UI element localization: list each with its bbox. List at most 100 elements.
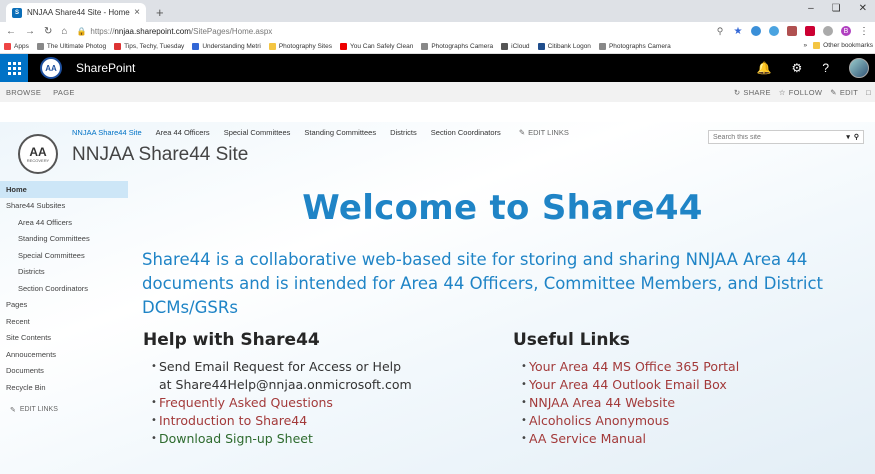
app-launcher-icon[interactable] bbox=[0, 54, 28, 82]
settings-gear-icon[interactable]: ⚙ bbox=[792, 61, 803, 75]
bookmark-item[interactable]: Tips, Techy, Tuesday bbox=[114, 43, 184, 50]
useful-link[interactable]: AA Service Manual bbox=[513, 430, 853, 448]
bookmark-label: Photographs Camera bbox=[431, 43, 494, 50]
edit-button[interactable]: ✎ EDIT bbox=[830, 88, 858, 97]
ribbon-tab-page[interactable]: PAGE bbox=[53, 88, 74, 97]
leftnav-item[interactable]: Recent bbox=[0, 313, 128, 330]
extension-pocket-icon[interactable] bbox=[805, 26, 815, 36]
leftnav-item[interactable]: Pages bbox=[0, 297, 128, 314]
bookmark-favicon-icon bbox=[36, 43, 44, 50]
bookmark-item[interactable]: Citibank Logon bbox=[537, 43, 591, 50]
help-item-signup-sheet[interactable]: Download Sign-up Sheet bbox=[143, 430, 473, 448]
address-bar: ← → ↻ ⌂ 🔒 https:// nnjaa.sharepoint.com … bbox=[0, 22, 875, 40]
topnav-item[interactable]: NNJAA Share44 Site bbox=[72, 128, 142, 137]
bookmark-item[interactable]: You Can Safely Clean bbox=[339, 43, 413, 50]
useful-links-list: Your Area 44 MS Office 365 Portal Your A… bbox=[513, 358, 853, 448]
close-window-icon[interactable]: ✕ bbox=[859, 3, 867, 14]
useful-link[interactable]: Your Area 44 MS Office 365 Portal bbox=[513, 358, 853, 376]
share-button[interactable]: ↻ SHARE bbox=[734, 88, 771, 97]
minimize-icon[interactable]: – bbox=[808, 3, 814, 14]
bookmark-label: Tips, Techy, Tuesday bbox=[124, 43, 185, 50]
url-path: /SitePages/Home.aspx bbox=[190, 26, 273, 36]
extension-globe-icon[interactable] bbox=[751, 26, 761, 36]
leftnav-item[interactable]: Home bbox=[0, 181, 128, 198]
topnav-item[interactable]: Districts bbox=[390, 128, 417, 137]
bookmark-item[interactable]: Photographs Camera bbox=[598, 43, 671, 50]
search-scope-dropdown-icon[interactable]: ▾ bbox=[846, 133, 850, 141]
url-field[interactable]: 🔒 https:// nnjaa.sharepoint.com /SitePag… bbox=[76, 24, 706, 38]
ribbon-tab-browse[interactable]: BROWSE bbox=[6, 88, 41, 97]
bookmark-favicon-icon bbox=[114, 43, 122, 50]
bookmark-item[interactable]: Photographs Camera bbox=[421, 43, 493, 50]
search-icon[interactable]: ⚲ bbox=[854, 133, 859, 141]
site-logo[interactable]: AA RECOVERY bbox=[18, 134, 58, 174]
back-icon[interactable]: ← bbox=[6, 26, 16, 37]
site-title[interactable]: NNJAA Share44 Site bbox=[72, 144, 248, 166]
extension-cloud-icon[interactable] bbox=[769, 26, 779, 36]
share-label: SHARE bbox=[743, 87, 771, 97]
reload-icon[interactable]: ↻ bbox=[44, 26, 52, 37]
edit-links-label: EDIT LINKS bbox=[528, 128, 569, 137]
follow-button[interactable]: ☆ FOLLOW bbox=[779, 88, 823, 97]
bookmark-item[interactable]: Apps bbox=[4, 43, 29, 50]
leftnav-item[interactable]: Site Contents bbox=[0, 330, 128, 347]
browser-tabstrip: S NNJAA Share44 Site - Home × + – ❏ ✕ bbox=[0, 0, 875, 22]
edit-links-label: EDIT LINKS bbox=[19, 406, 58, 413]
topnav-item[interactable]: Area 44 Officers bbox=[156, 128, 210, 137]
bookmark-item[interactable]: The Ultimate Photog bbox=[36, 43, 106, 50]
bookmark-favicon-icon bbox=[4, 43, 11, 50]
leftnav-item[interactable]: Annoucements bbox=[0, 346, 128, 363]
profile-avatar[interactable]: B bbox=[841, 26, 851, 36]
bookmark-item[interactable]: iCloud bbox=[501, 43, 530, 50]
useful-link[interactable]: NNJAA Area 44 Website bbox=[513, 394, 853, 412]
leftnav-edit-links[interactable]: ✎ EDIT LINKS bbox=[0, 406, 128, 414]
extension-circle-icon[interactable] bbox=[823, 26, 833, 36]
leftnav-item[interactable]: Special Committees bbox=[0, 247, 128, 264]
leftnav-item[interactable]: Documents bbox=[0, 363, 128, 380]
forward-icon[interactable]: → bbox=[25, 26, 35, 37]
window-controls: – ❏ ✕ bbox=[808, 3, 867, 14]
bookmark-favicon-icon bbox=[421, 43, 429, 50]
help-item-faq[interactable]: Frequently Asked Questions bbox=[143, 394, 473, 412]
notifications-bell-icon[interactable]: 🔔 bbox=[757, 61, 772, 75]
home-icon[interactable]: ⌂ bbox=[61, 26, 67, 37]
search-input[interactable] bbox=[713, 133, 847, 141]
topnav-item[interactable]: Special Committees bbox=[224, 128, 291, 137]
leftnav-item[interactable]: Districts bbox=[0, 264, 128, 281]
help-item-label: Send Email Request for Access or Help bbox=[159, 359, 402, 374]
bookmark-star-icon[interactable]: ★ bbox=[733, 26, 743, 37]
bookmarks-bar: Apps The Ultimate Photog Tips, Techy, Tues… bbox=[0, 40, 875, 54]
browser-tab[interactable]: S NNJAA Share44 Site - Home × bbox=[6, 3, 146, 22]
leftnav-item[interactable]: Area 44 Officers bbox=[0, 214, 128, 231]
user-avatar[interactable] bbox=[849, 58, 869, 78]
leftnav-item[interactable]: Standing Committees bbox=[0, 231, 128, 248]
bookmark-item[interactable]: Photography Sites bbox=[268, 43, 332, 50]
suite-title[interactable]: SharePoint bbox=[76, 61, 135, 75]
bookmark-label: iCloud bbox=[511, 43, 530, 50]
leftnav-item[interactable]: Section Coordinators bbox=[0, 280, 128, 297]
browser-menu-icon[interactable]: ⋮ bbox=[859, 26, 869, 37]
url-host: nnjaa.sharepoint.com bbox=[114, 26, 191, 36]
help-icon[interactable]: ? bbox=[822, 61, 829, 75]
tab-close-icon[interactable]: × bbox=[134, 7, 140, 18]
bookmark-item[interactable]: Understanding Metri bbox=[192, 43, 261, 50]
focus-content-icon[interactable]: □ bbox=[866, 88, 871, 97]
topnav-item[interactable]: Section Coordinators bbox=[431, 128, 501, 137]
useful-link[interactable]: Your Area 44 Outlook Email Box bbox=[513, 376, 853, 394]
topnav-item[interactable]: Standing Committees bbox=[304, 128, 376, 137]
zoom-icon[interactable]: ⚲ bbox=[715, 26, 725, 36]
help-item-introduction[interactable]: Introduction to Share44 bbox=[143, 412, 473, 430]
leftnav-item[interactable]: Share44 Subsites bbox=[0, 198, 128, 215]
leftnav-item[interactable]: Recycle Bin bbox=[0, 379, 128, 396]
site-header: AA RECOVERY NNJAA Share44 Site Area 44 Of… bbox=[0, 122, 875, 178]
suite-actions: 🔔 ⚙ ? bbox=[757, 54, 869, 82]
topnav-edit-links[interactable]: ✎ EDIT LINKS bbox=[519, 128, 569, 137]
new-tab-button[interactable]: + bbox=[156, 5, 164, 20]
more-bookmarks-button[interactable]: » bbox=[804, 42, 808, 49]
extension-square-icon[interactable] bbox=[787, 26, 797, 36]
useful-link[interactable]: Alcoholics Anonymous bbox=[513, 412, 853, 430]
restore-icon[interactable]: ❏ bbox=[832, 3, 841, 14]
other-bookmarks-folder[interactable]: Other bookmarks bbox=[813, 42, 873, 49]
help-item-email-request[interactable]: Send Email Request for Access or Help at … bbox=[143, 358, 473, 394]
bookmark-favicon-icon bbox=[339, 43, 347, 50]
